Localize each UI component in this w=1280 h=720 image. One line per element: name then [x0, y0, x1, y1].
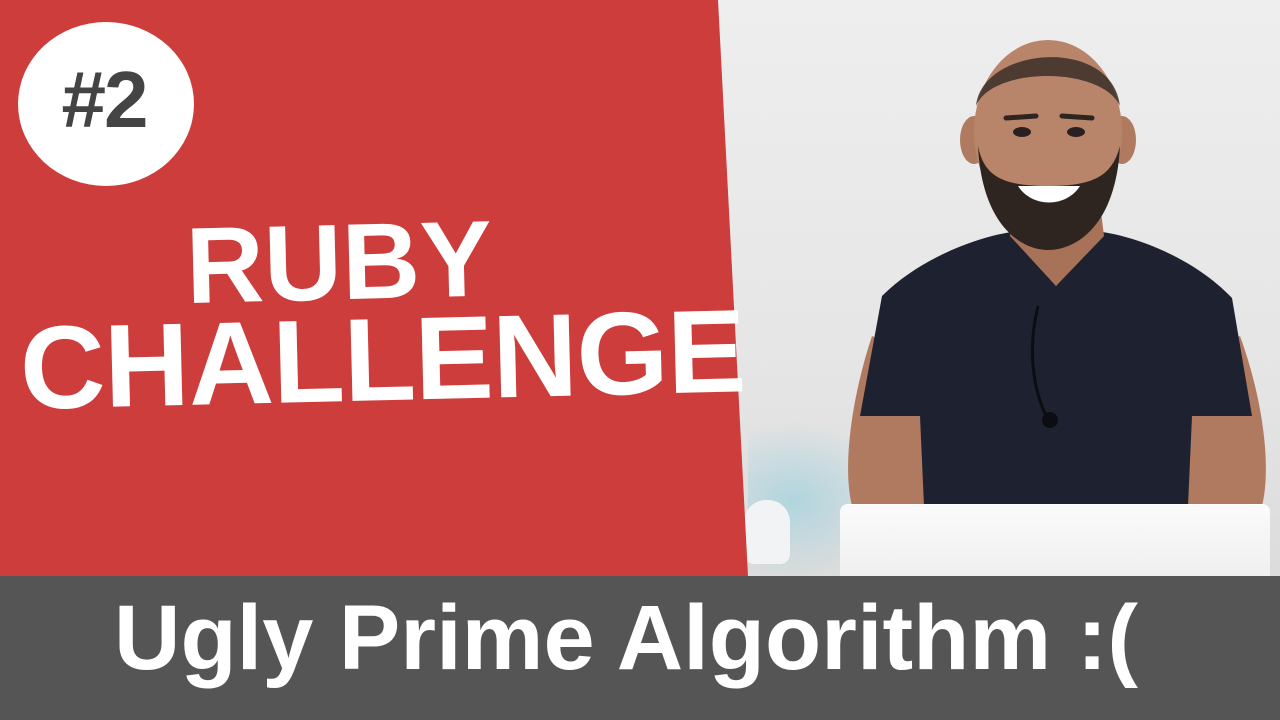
title-line-challenge: CHALLENGE	[18, 285, 747, 435]
video-thumbnail: #2 RUBY CHALLENGE Ugly Prime Algorithm :…	[0, 0, 1280, 720]
episode-number: #2	[61, 55, 149, 144]
desk-lamp	[744, 500, 790, 564]
laptop	[840, 504, 1270, 576]
presenter-figure	[848, 40, 1266, 506]
video-caption: Ugly Prime Algorithm :(	[114, 587, 1138, 689]
episode-badge: #2	[18, 22, 194, 186]
